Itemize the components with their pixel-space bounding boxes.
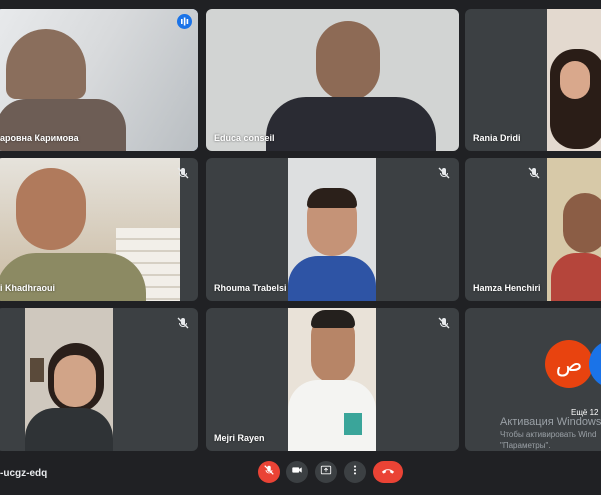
mic-toggle-button[interactable]: [258, 461, 280, 483]
person-head: [563, 193, 601, 253]
present-icon: [320, 463, 332, 481]
mic-off-icon: [263, 463, 275, 481]
person-clothes: [288, 256, 376, 301]
participant-tile-4[interactable]: i Khadhraoui: [0, 158, 198, 301]
participant-tile-1[interactable]: аровна Каримова: [0, 9, 198, 151]
wall-frame: [30, 358, 44, 382]
overflow-avatar: ص: [545, 340, 593, 388]
participant-name: Mejri Rayen: [214, 433, 265, 443]
participant-name: i Khadhraoui: [0, 283, 56, 293]
activation-title: Активация Windows: [500, 416, 601, 428]
speaking-indicator-icon: [177, 14, 192, 29]
meeting-code: -ucgz-edq: [0, 468, 48, 479]
person-clothes: [266, 97, 436, 151]
shirt-pocket: [344, 413, 362, 435]
more-options-button[interactable]: [344, 461, 366, 483]
mic-off-icon: [527, 166, 541, 180]
mic-off-icon: [176, 166, 190, 180]
participant-tile-3[interactable]: Rania Dridi: [465, 9, 601, 151]
participant-tile-5[interactable]: Rhouma Trabelsi: [206, 158, 459, 301]
person-face: [54, 355, 96, 407]
person-face: [560, 61, 590, 99]
person-clothes: [288, 380, 376, 451]
person-silhouette: [6, 29, 86, 99]
person-hair: [311, 310, 355, 328]
mic-off-icon: [437, 316, 451, 330]
participant-tile-2[interactable]: Educa conseil: [206, 9, 459, 151]
person-hair: [307, 188, 357, 208]
camera-toggle-button[interactable]: [286, 461, 308, 483]
participant-name: аровна Каримова: [0, 133, 79, 143]
mic-off-icon: [437, 166, 451, 180]
camera-icon: [291, 463, 303, 481]
more-vert-icon: [349, 463, 361, 481]
phone-hangup-icon: [381, 463, 395, 481]
person-head: [316, 21, 380, 101]
activation-line1: Чтобы активировать Wind: [500, 430, 597, 439]
overflow-avatar-2: [589, 340, 601, 388]
mic-off-icon: [176, 316, 190, 330]
present-screen-button[interactable]: [315, 461, 337, 483]
person-clothes: [551, 253, 601, 301]
participant-name: Rania Dridi: [473, 133, 521, 143]
participant-tile-6[interactable]: Hamza Henchiri: [465, 158, 601, 301]
person-head: [16, 168, 86, 250]
participant-name: Educa conseil: [214, 133, 275, 143]
participant-name: Hamza Henchiri: [473, 283, 541, 293]
activation-line2: "Параметры".: [500, 441, 551, 450]
person-clothes: [25, 408, 113, 451]
participant-tile-8[interactable]: Mejri Rayen: [206, 308, 459, 451]
person-clothes: [0, 99, 126, 151]
participant-name: Rhouma Trabelsi: [214, 283, 287, 293]
participant-tile-7[interactable]: [0, 308, 198, 451]
person-clothes: [0, 253, 146, 301]
leave-call-button[interactable]: [373, 461, 403, 483]
